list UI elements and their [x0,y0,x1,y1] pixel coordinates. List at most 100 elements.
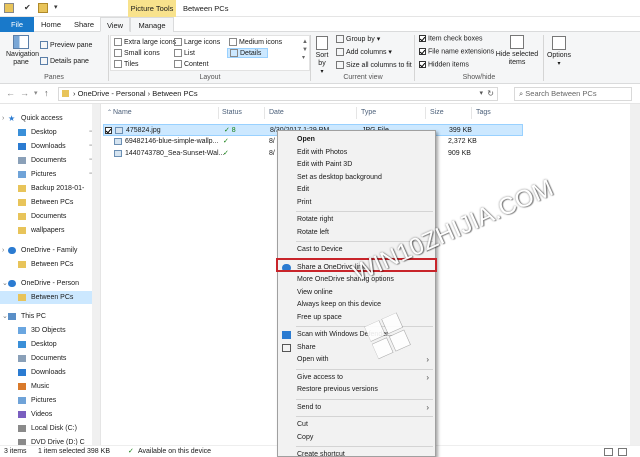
breadcrumb-onedrive[interactable]: OneDrive - Personal [78,89,146,98]
menu-item[interactable]: Cut [278,419,435,431]
sidebar-item[interactable]: Desktop⊸ [0,126,100,139]
sidebar-item[interactable]: Documents [0,352,100,365]
column-separator[interactable] [425,107,426,119]
column-header-size[interactable]: Size [430,109,444,116]
layout-small-icons[interactable]: Small icons [114,49,160,57]
large-icons-view-icon[interactable] [618,448,627,456]
menu-item[interactable]: Copy [278,432,435,444]
up-arrow-icon[interactable]: ↑ [44,88,49,98]
menu-item[interactable]: Give access to › [278,372,435,384]
details-pane-button[interactable]: Details pane [40,57,89,65]
checkmark-icon[interactable]: ✔ [24,3,34,13]
preview-pane-button[interactable]: Preview pane [40,41,92,49]
file-name-extensions-checkbox[interactable]: File name extensions [419,48,494,55]
column-separator[interactable] [264,107,265,119]
column-separator[interactable] [356,107,357,119]
tab-share[interactable]: Share [68,17,100,32]
sidebar-item[interactable]: Downloads [0,366,100,379]
group-by-button[interactable]: Group by ▾ [336,35,380,44]
layout-content[interactable]: Content [174,60,209,68]
layout-large-icons[interactable]: Large icons [174,38,220,46]
menu-item[interactable]: Send to › [278,402,435,414]
expand-arrow-icon[interactable]: ⌄ [2,277,8,290]
navigation-pane-button[interactable]: Navigation pane [6,35,39,71]
layout-extra-large-icons[interactable]: Extra large icons [114,38,176,46]
expand-arrow-icon[interactable]: › [2,112,4,125]
menu-item[interactable]: Create shortcut [278,449,435,456]
sidebar-item[interactable]: ⌄ This PC [0,310,100,323]
menu-item[interactable]: Rotate left [278,227,435,239]
column-header-tags[interactable]: Tags [476,109,491,116]
search-input[interactable]: ⌕ Search Between PCs [514,87,632,101]
sidebar-item[interactable]: 3D Objects [0,324,100,337]
hidden-items-checkbox[interactable]: Hidden items [419,61,469,68]
sidebar-item[interactable]: Music [0,380,100,393]
dropdown-arrow-icon[interactable]: ▾ [54,3,64,13]
menu-item[interactable]: Share [278,342,435,354]
breadcrumb-between-pcs[interactable]: Between PCs [152,89,197,98]
sidebar-item[interactable]: Between PCs [0,291,100,304]
menu-item[interactable]: Rotate right [278,214,435,226]
sidebar-item[interactable]: Documents⊸ [0,154,100,167]
sidebar-item[interactable]: Downloads⊸ [0,140,100,153]
sidebar-item[interactable]: Local Disk (C:) [0,422,100,435]
sidebar-item[interactable]: wallpapers [0,224,100,237]
tab-home[interactable]: Home [36,17,66,32]
menu-item[interactable]: View online [278,287,435,299]
menu-item[interactable]: Edit with Photos [278,147,435,159]
menu-item[interactable]: Open [278,134,435,146]
sidebar-item[interactable]: Pictures [0,394,100,407]
forward-arrow-icon[interactable]: → [20,88,29,98]
column-separator[interactable] [471,107,472,119]
column-header-date[interactable]: Date [269,109,284,116]
options-button[interactable]: Options ▾ [545,36,573,68]
sidebar-item[interactable]: Pictures⊸ [0,168,100,181]
tab-file[interactable]: File [0,17,34,32]
layout-list[interactable]: List [174,49,195,57]
row-checkbox-icon[interactable] [105,127,112,134]
column-header-status[interactable]: Status [222,109,242,116]
item-check-boxes-checkbox[interactable]: Item check boxes [419,35,482,42]
address-bar[interactable]: › OneDrive - Personal › Between PCs ▾ ↻ [58,87,498,101]
details-view-icon[interactable] [604,448,613,456]
refresh-icon[interactable]: ↻ [487,88,494,100]
column-separator[interactable] [218,107,219,119]
menu-item[interactable]: Always keep on this device [278,299,435,311]
menu-item[interactable]: Open with › [278,354,435,366]
sidebar-item[interactable]: Backup 2018-01- [0,182,100,195]
expand-arrow-icon[interactable]: ⌄ [2,310,8,323]
hide-selected-items-button[interactable]: Hide selected items [494,35,540,67]
menu-item[interactable]: Restore previous versions [278,384,435,396]
column-header-type[interactable]: Type [361,109,376,116]
sidebar-item[interactable]: › ★ Quick access [0,112,100,125]
menu-item[interactable]: Cast to Device › [278,244,435,256]
layout-details[interactable]: Details [227,48,269,58]
recent-locations-icon[interactable]: ▾ [34,89,38,97]
expand-arrow-icon[interactable]: › [2,244,4,257]
menu-item[interactable]: Scan with Windows Defender... [278,329,435,341]
sidebar-item[interactable]: Documents [0,210,100,223]
tab-manage[interactable]: Manage [130,17,174,32]
menu-item[interactable]: More OneDrive sharing options [278,274,435,286]
menu-item[interactable]: Print [278,197,435,209]
sidebar-item[interactable]: Between PCs [0,258,100,271]
vertical-scrollbar[interactable] [630,104,640,445]
menu-item[interactable]: Edit [278,184,435,196]
sidebar-item[interactable]: › OneDrive - Family [0,244,100,257]
menu-item[interactable]: Edit with Paint 3D [278,159,435,171]
layout-scroll-arrows[interactable]: ▲ ▼ ▾ [302,38,308,62]
layout-tiles[interactable]: Tiles [114,60,139,68]
sidebar-item[interactable]: Desktop [0,338,100,351]
nav-scrollbar[interactable] [92,104,100,445]
folder-icon[interactable] [38,3,48,13]
tab-view[interactable]: View [100,17,130,32]
column-header-name[interactable]: Name [113,109,132,116]
size-all-columns-button[interactable]: Size all columns to fit [336,61,412,69]
back-arrow-icon[interactable]: ← [6,88,15,98]
sidebar-item[interactable]: ⌄ OneDrive - Person [0,277,100,290]
menu-item[interactable]: Set as desktop background [278,172,435,184]
add-columns-button[interactable]: Add columns ▾ [336,48,392,57]
layout-medium-icons[interactable]: Medium icons [229,38,282,46]
sort-by-button[interactable]: Sort by ▾ [313,36,331,76]
sidebar-item[interactable]: Videos [0,408,100,421]
